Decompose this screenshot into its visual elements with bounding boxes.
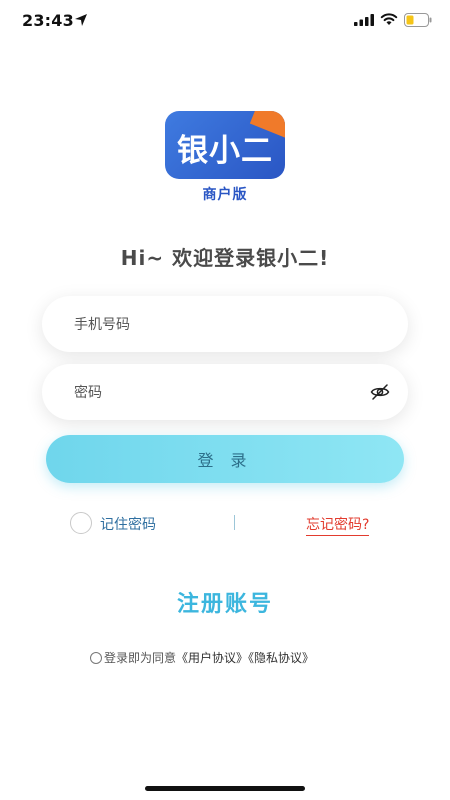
phone-field — [42, 296, 408, 354]
status-bar: 23:43 — [0, 0, 450, 44]
register-link[interactable]: 注册账号 — [0, 586, 450, 618]
battery-icon — [404, 13, 432, 27]
signal-icon — [354, 14, 374, 26]
welcome-heading: Hi~ 欢迎登录银小二! — [120, 246, 330, 270]
location-arrow-icon — [75, 14, 87, 26]
status-time: 23:43 — [22, 11, 74, 30]
app-logo: 银小二 商户版 — [165, 111, 285, 203]
forgot-password-link[interactable]: 忘记密码? — [306, 514, 370, 536]
logo-badge: 银小二 — [165, 111, 285, 179]
home-indicator — [145, 786, 305, 791]
agreement-prefix: 登录即为同意 — [104, 651, 177, 665]
eye-slash-icon[interactable] — [370, 383, 390, 401]
remember-password-label[interactable]: 记住密码 — [100, 514, 156, 534]
logo-subtitle: 商户版 — [202, 187, 248, 203]
password-input[interactable] — [72, 364, 366, 422]
privacy-policy-link[interactable]: 《隐私协议》 — [248, 651, 314, 665]
agreement-text: 登录即为同意《用户协议》《隐私协议》 — [90, 649, 314, 665]
phone-input[interactable] — [72, 296, 366, 354]
user-agreement-link[interactable]: 《用户协议》 — [176, 651, 248, 665]
wifi-icon — [380, 13, 398, 25]
logo-title: 银小二 — [177, 133, 273, 169]
password-field — [42, 364, 408, 422]
options-divider — [234, 515, 235, 530]
remember-password-radio[interactable] — [70, 512, 92, 534]
agreement-radio[interactable] — [90, 652, 102, 664]
login-button[interactable]: 登 录 — [46, 435, 404, 483]
